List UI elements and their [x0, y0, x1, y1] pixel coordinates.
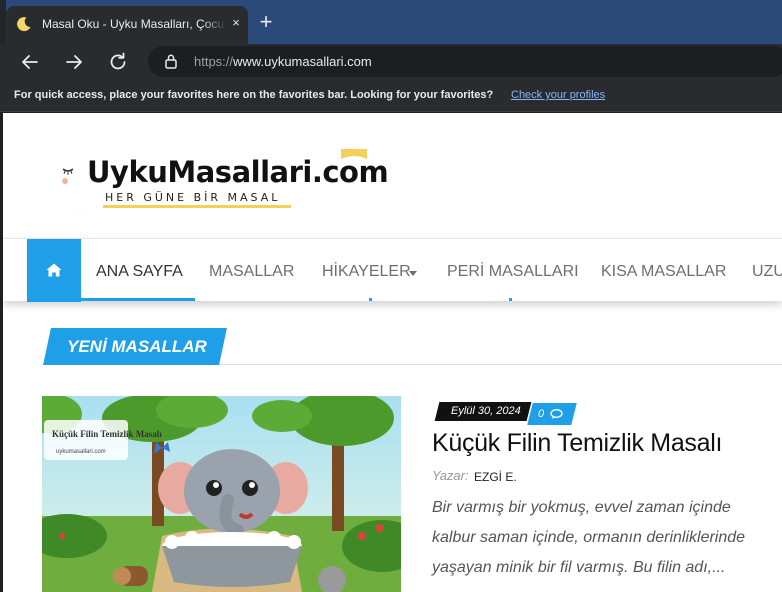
- post-excerpt: Bir varmış bir yokmuş, evvel zaman içind…: [432, 499, 746, 576]
- favorites-message: For quick access, place your favorites h…: [14, 89, 494, 101]
- comment-count: 0: [538, 408, 545, 420]
- menu-item-masallar[interactable]: MASALLAR: [209, 263, 294, 281]
- menu-item-uzun[interactable]: UZU: [752, 263, 782, 281]
- post-title-link[interactable]: Küçük Filin Temizlik Masalı: [432, 429, 722, 458]
- home-icon: [46, 263, 62, 277]
- section-title: YENİ MASALLAR: [67, 337, 207, 356]
- refresh-icon[interactable]: [106, 50, 130, 74]
- menu-item-peri-masallari[interactable]: PERİ MASALLARI: [447, 263, 579, 281]
- back-arrow-icon[interactable]: [18, 50, 42, 74]
- url-text[interactable]: https://www.uykumasallari.com: [194, 54, 372, 69]
- comment-icon: [550, 409, 563, 419]
- browser-toolbar: https://www.uykumasallari.com: [0, 44, 782, 80]
- url-domain: www.uykumasallari.com: [233, 54, 372, 69]
- menu-divider-mark: [509, 298, 512, 301]
- lock-icon[interactable]: [164, 53, 178, 69]
- favorites-bar: For quick access, place your favorites h…: [0, 80, 782, 112]
- elephant-bath-illustration: [42, 396, 401, 592]
- menu-item-kisa-masallar[interactable]: KISA MASALLAR: [601, 263, 726, 281]
- home-button[interactable]: [27, 239, 81, 302]
- tab-close-icon[interactable]: ×: [228, 14, 244, 32]
- thumbnail-caption-site: uykumasallari.com: [56, 449, 106, 455]
- menu-active-underline: [81, 298, 195, 301]
- site-logo[interactable]: UykuMasallari.com HER GÜNE BİR MASAL: [43, 143, 389, 223]
- active-tab[interactable]: Masal Oku - Uyku Masalları, Çocuk ×: [6, 6, 248, 44]
- web-page: UykuMasallari.com HER GÜNE BİR MASAL ANA…: [3, 113, 782, 592]
- menu-divider-mark: [369, 298, 372, 301]
- tab-title: Masal Oku - Uyku Masalları, Çocuk: [42, 17, 224, 31]
- menu-item-hikayeler[interactable]: HİKAYELER: [322, 263, 411, 281]
- tab-strip: Masal Oku - Uyku Masalları, Çocuk × +: [0, 0, 782, 44]
- caret-down-icon[interactable]: [409, 271, 417, 276]
- check-profiles-link[interactable]: Check your profiles: [511, 89, 605, 101]
- moon-favicon: [17, 17, 31, 32]
- url-prefix: https://: [194, 54, 234, 69]
- author-name-link[interactable]: EZGİ E.: [474, 470, 517, 484]
- section-header: YENİ MASALLAR: [43, 328, 782, 366]
- address-bar[interactable]: https://www.uykumasallari.com: [148, 46, 782, 77]
- author-label: Yazar:: [432, 468, 469, 483]
- new-tab-button[interactable]: +: [254, 10, 278, 34]
- post-date: Eylül 30, 2024: [451, 405, 521, 417]
- post-thumbnail[interactable]: Küçük Filin Temizlik Masalı uykumasallar…: [42, 396, 401, 592]
- menu-item-ana-sayfa[interactable]: ANA SAYFA: [96, 263, 183, 281]
- main-menu: ANA SAYFA MASALLAR HİKAYELER PERİ MASALL…: [3, 238, 782, 302]
- tab-title-fade: [202, 12, 226, 36]
- thumbnail-caption-title: Küçük Filin Temizlik Masalı: [52, 429, 162, 439]
- menu-item-hikayeler-label: HİKAYELER: [322, 263, 411, 280]
- logo-text: UykuMasallari.com: [87, 155, 389, 189]
- forward-arrow-icon[interactable]: [62, 50, 86, 74]
- logo-tagline: HER GÜNE BİR MASAL: [105, 191, 281, 204]
